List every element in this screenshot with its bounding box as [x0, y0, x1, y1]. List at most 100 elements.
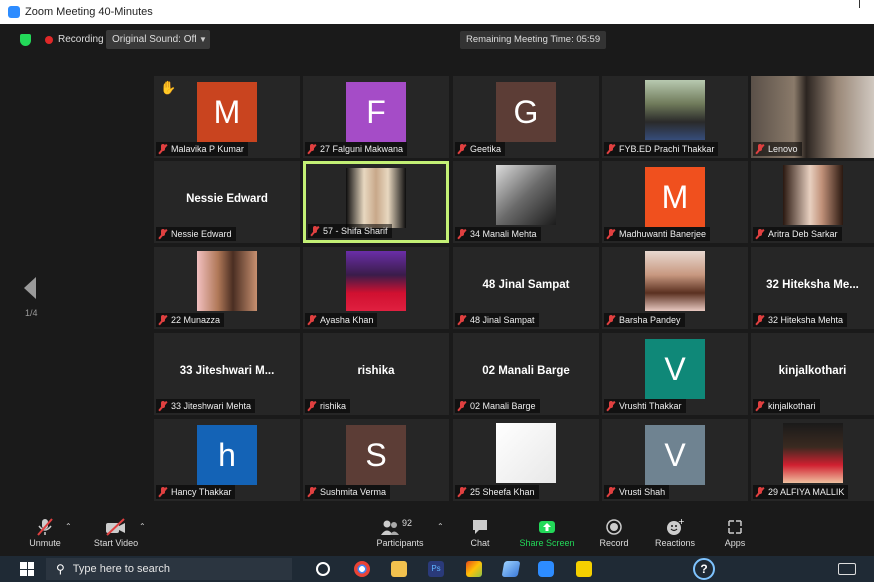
svg-text:+: +: [678, 518, 684, 526]
muted-mic-icon: [158, 144, 168, 154]
security-shield-icon[interactable]: [20, 34, 31, 46]
participant-name-label: Nessie Edward: [156, 227, 236, 241]
participant-tile[interactable]: FYB.ED Prachi Thakkar: [602, 76, 748, 158]
muted-mic-icon: [606, 229, 616, 239]
apps-label: Apps: [724, 538, 746, 548]
participant-tile[interactable]: 34 Manali Mehta: [453, 161, 599, 243]
participant-name-label: 29 ALFIYA MALLIK: [753, 485, 849, 499]
windows-start-icon[interactable]: [20, 562, 34, 576]
avatar: M: [645, 167, 705, 227]
participants-button[interactable]: 92 Participants: [374, 518, 426, 548]
app-icon[interactable]: [501, 561, 521, 577]
task-view-icon[interactable]: [316, 562, 330, 576]
participant-name: 34 Manali Mehta: [470, 229, 537, 239]
video-off-icon: [90, 518, 142, 536]
muted-mic-icon: [755, 401, 765, 411]
participant-name: Nessie Edward: [171, 229, 232, 239]
participant-tile[interactable]: 02 Manali Barge 02 Manali Barge: [453, 333, 599, 415]
participant-tile[interactable]: kinjalkothari kinjalkothari: [751, 333, 874, 415]
window-title: Zoom Meeting 40-Minutes: [25, 6, 153, 18]
previous-page-arrow-icon[interactable]: [24, 277, 36, 299]
record-icon: [596, 518, 632, 536]
taskbar-search-box[interactable]: ⚲ Type here to search: [46, 558, 292, 580]
participant-name: 02 Manali Barge: [470, 401, 536, 411]
participant-tile[interactable]: 22 Munazza: [154, 247, 300, 329]
participant-tile[interactable]: Nessie Edward Nessie Edward: [154, 161, 300, 243]
participant-tile[interactable]: h Hancy Thakkar: [154, 419, 300, 501]
page-indicator: 1/4: [25, 308, 38, 318]
start-video-button[interactable]: Start Video: [90, 518, 142, 548]
record-button[interactable]: Record: [596, 518, 632, 548]
participant-name: Barsha Pandey: [619, 315, 681, 325]
avatar: V: [645, 425, 705, 485]
participant-name: 48 Jinal Sampat: [470, 315, 535, 325]
participants-label: Participants: [376, 538, 424, 548]
participants-caret-icon[interactable]: ⌃: [437, 522, 444, 531]
participant-name: Vrusti Shah: [619, 487, 666, 497]
video-options-caret-icon[interactable]: ⌃: [139, 522, 146, 531]
participant-tile[interactable]: Barsha Pandey: [602, 247, 748, 329]
participant-tile[interactable]: V Vrushti Thakkar: [602, 333, 748, 415]
share-screen-button[interactable]: Share Screen: [516, 518, 578, 548]
recording-icon: [45, 36, 53, 44]
chat-button[interactable]: Chat: [464, 518, 496, 548]
participant-name-label: 34 Manali Mehta: [455, 227, 541, 241]
participant-tile[interactable]: 57 - Shifa Sharif: [303, 161, 449, 243]
recording-label[interactable]: Recording: [58, 34, 104, 45]
participant-tile[interactable]: rishika rishika: [303, 333, 449, 415]
participant-tile[interactable]: V Vrusti Shah: [602, 419, 748, 501]
participant-name-label: Hancy Thakkar: [156, 485, 236, 499]
unmute-button[interactable]: Unmute: [24, 518, 66, 548]
keyboard-icon[interactable]: [838, 563, 856, 575]
participant-tile[interactable]: 33 Jiteshwari M... 33 Jiteshwari Mehta: [154, 333, 300, 415]
remaining-time-label: Remaining Meeting Time: 05:59: [460, 31, 607, 49]
participant-name: 25 Sheefa Khan: [470, 487, 535, 497]
participant-tile[interactable]: Lenovo: [751, 76, 874, 158]
participant-video: [346, 251, 406, 311]
participant-tile[interactable]: Aritra Deb Sarkar: [751, 161, 874, 243]
paint-icon[interactable]: [466, 561, 482, 577]
participant-tile[interactable]: 48 Jinal Sampat 48 Jinal Sampat: [453, 247, 599, 329]
participant-tile[interactable]: 25 Sheefa Khan: [453, 419, 599, 501]
raised-hand-icon: ✋: [160, 80, 177, 95]
photoshop-icon[interactable]: Ps: [428, 561, 444, 577]
apps-button[interactable]: Apps: [720, 518, 750, 548]
participant-name-label: 27 Falguni Makwana: [305, 142, 408, 156]
participant-tile[interactable]: M ✋ Malavika P Kumar: [154, 76, 300, 158]
participant-display-name: 33 Jiteshwari M...: [179, 365, 275, 377]
participant-tile[interactable]: M Madhuwanti Banerjee: [602, 161, 748, 243]
original-sound-button[interactable]: Original Sound: Off: [106, 30, 203, 49]
original-sound-dropdown[interactable]: ▼: [196, 30, 210, 49]
participant-name: Malavika P Kumar: [171, 144, 244, 154]
muted-mic-icon: [755, 229, 765, 239]
participant-name: 29 ALFIYA MALLIK: [768, 487, 845, 497]
share-screen-icon: [516, 518, 578, 536]
start-video-label: Start Video: [93, 538, 139, 548]
participant-name-label: Malavika P Kumar: [156, 142, 248, 156]
participant-tile[interactable]: F 27 Falguni Makwana: [303, 76, 449, 158]
muted-mic-icon: [158, 229, 168, 239]
participant-tile[interactable]: 29 ALFIYA MALLIK: [751, 419, 874, 501]
participant-name-label: Lenovo: [753, 142, 802, 156]
muted-mic-icon: [307, 315, 317, 325]
participant-video: [782, 165, 843, 225]
participant-name: Ayasha Khan: [320, 315, 374, 325]
sticky-notes-icon[interactable]: [576, 561, 592, 577]
participant-tile[interactable]: 32 Hiteksha Me... 32 Hiteksha Mehta: [751, 247, 874, 329]
windows-taskbar: ⚲ Type here to search Ps ?: [0, 556, 874, 582]
muted-mic-icon: [307, 401, 317, 411]
participant-tile[interactable]: G Geetika: [453, 76, 599, 158]
chrome-icon[interactable]: [354, 561, 370, 577]
avatar: S: [346, 425, 406, 485]
participant-tile[interactable]: S Sushmita Verma: [303, 419, 449, 501]
avatar: h: [197, 425, 257, 485]
zoom-taskbar-icon[interactable]: [538, 561, 554, 577]
reactions-button[interactable]: + Reactions: [650, 517, 700, 548]
file-explorer-icon[interactable]: [391, 561, 407, 577]
muted-mic-icon: [606, 315, 616, 325]
participant-name: kinjalkothari: [768, 401, 816, 411]
audio-options-caret-icon[interactable]: ⌃: [65, 522, 72, 531]
participant-tile[interactable]: Ayasha Khan: [303, 247, 449, 329]
muted-mic-icon: [307, 487, 317, 497]
help-icon[interactable]: ?: [693, 558, 715, 580]
